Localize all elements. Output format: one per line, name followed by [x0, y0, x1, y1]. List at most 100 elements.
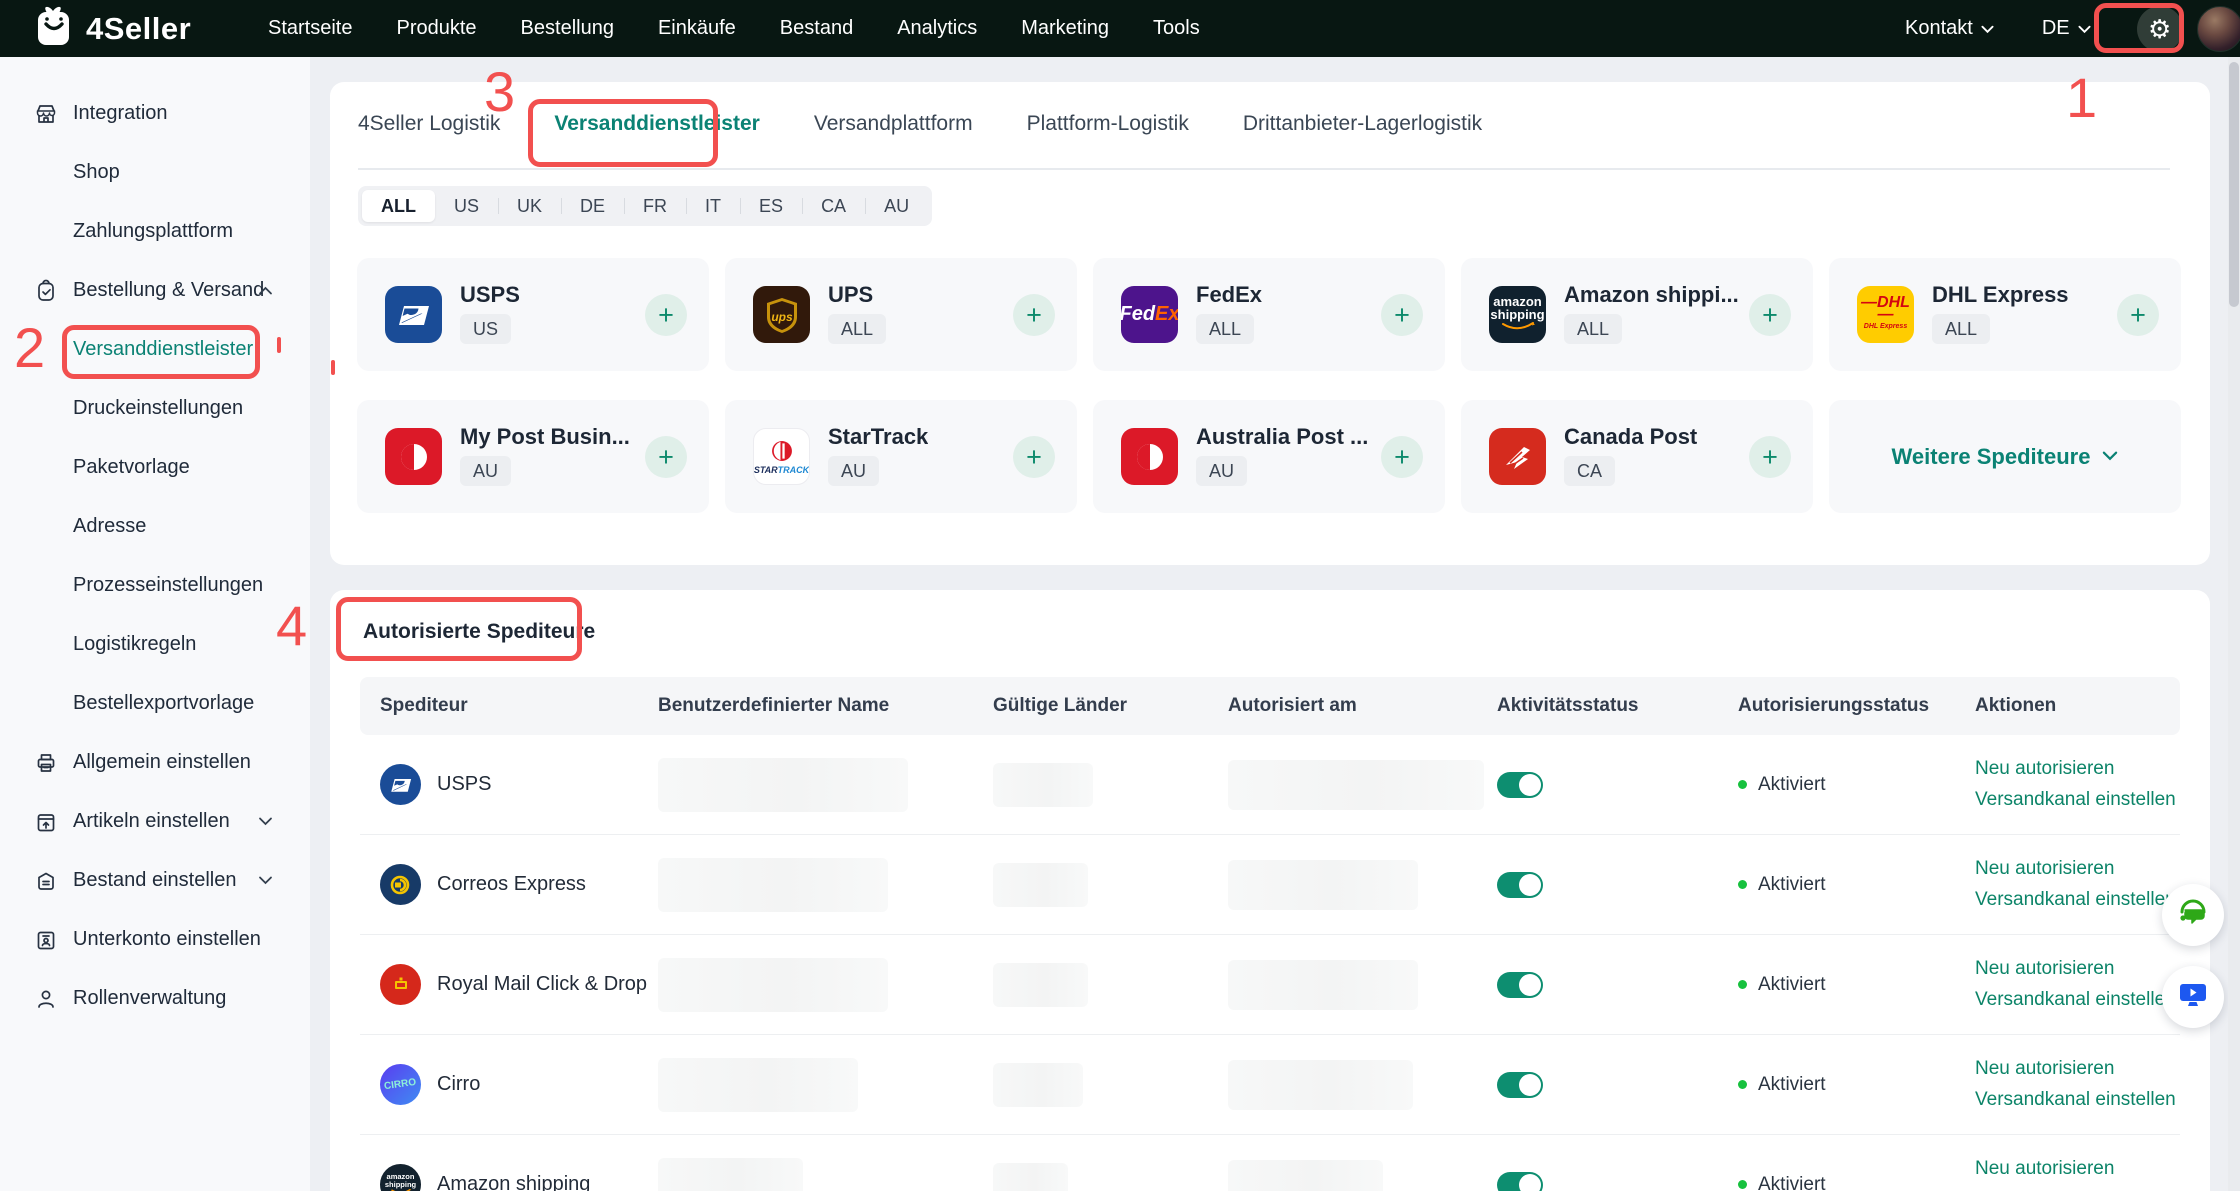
sidebar-item-paketvorlage[interactable]: Paketvorlage: [0, 438, 310, 497]
kontakt-dropdown[interactable]: Kontakt: [1905, 17, 1994, 40]
add-canada-post-button[interactable]: +: [1749, 436, 1791, 478]
set-shipping-channel-link[interactable]: Versandkanal einstellen: [1975, 1089, 2180, 1111]
sidebar-item-zahlungsplattform[interactable]: Zahlungsplattform: [0, 202, 310, 261]
nav-tools[interactable]: Tools: [1153, 17, 1200, 40]
carrier-card-australia-post: Australia Post ... AU +: [1093, 400, 1445, 513]
sidebar-item-prozesseinstellungen[interactable]: Prozesseinstellungen: [0, 556, 310, 615]
country-tag: ALL: [1932, 314, 1990, 344]
top-navbar: 4Seller Startseite Produkte Bestellung E…: [0, 0, 2240, 57]
set-shipping-channel-link[interactable]: Versandkanal einstellen: [1975, 789, 2180, 811]
filter-de[interactable]: DE: [561, 190, 624, 222]
chevron-down-icon: [2102, 448, 2118, 466]
add-usps-button[interactable]: +: [645, 294, 687, 336]
table-row: Royal Mail Click & Drop Aktiviert Neu au…: [360, 935, 2180, 1035]
nav-einkaeufe[interactable]: Einkäufe: [658, 17, 736, 40]
filter-ca[interactable]: CA: [802, 190, 865, 222]
printer-icon: [34, 751, 58, 775]
scrollbar-thumb[interactable]: [2229, 62, 2239, 307]
activity-toggle[interactable]: [1497, 872, 1543, 898]
add-amazon-shipping-button[interactable]: +: [1749, 294, 1791, 336]
add-fedex-button[interactable]: +: [1381, 294, 1423, 336]
add-startrack-button[interactable]: +: [1013, 436, 1055, 478]
sidebar-item-druckeinstellungen[interactable]: Druckeinstellungen: [0, 379, 310, 438]
brand-name: 4Seller: [86, 11, 191, 47]
tab-drittanbieter-lagerlogistik[interactable]: Drittanbieter-Lagerlogistik: [1243, 112, 1482, 140]
filter-au[interactable]: AU: [865, 190, 928, 222]
filter-it[interactable]: IT: [686, 190, 740, 222]
4seller-logo-icon: [34, 4, 74, 53]
annotation-number-1: 1: [2066, 70, 2097, 126]
nav-analytics[interactable]: Analytics: [897, 17, 977, 40]
australia-post-logo-icon: [385, 428, 442, 485]
table-row: USPS Aktiviert Neu autorisieren Versandk…: [360, 735, 2180, 835]
carrier-card-fedex: FedEx FedEx ALL +: [1093, 258, 1445, 371]
tab-4seller-logistik[interactable]: 4Seller Logistik: [358, 112, 500, 140]
carrier-card-canada-post: Canada Post CA +: [1461, 400, 1813, 513]
settings-sidebar: Integration Shop Zahlungsplattform Beste…: [0, 57, 310, 1191]
add-australia-post-button[interactable]: +: [1381, 436, 1423, 478]
activity-toggle[interactable]: [1497, 972, 1543, 998]
inventory-icon: [34, 869, 58, 893]
activity-toggle[interactable]: [1497, 772, 1543, 798]
brand[interactable]: 4Seller: [34, 0, 191, 57]
tab-versandplattform[interactable]: Versandplattform: [814, 112, 973, 140]
filter-us[interactable]: US: [435, 190, 498, 222]
filter-uk[interactable]: UK: [498, 190, 561, 222]
carrier-card-amazon-shipping: amazonshipping Amazon shippi... ALL +: [1461, 258, 1813, 371]
sidebar-item-bestand-einstellen[interactable]: Bestand einstellen: [0, 851, 310, 910]
more-carriers-card[interactable]: Weitere Spediteure: [1829, 400, 2181, 513]
sidebar-item-unterkonto-einstellen[interactable]: Unterkonto einstellen: [0, 910, 310, 969]
table-row: amazonshipping Amazon shipping Aktiviert…: [360, 1135, 2180, 1191]
reauthorize-link[interactable]: Neu autorisieren: [1975, 858, 2180, 880]
status-label: Aktiviert: [1758, 974, 1826, 996]
redacted-countries: [993, 763, 1093, 807]
sidebar-item-bestellexportvorlage[interactable]: Bestellexportvorlage: [0, 674, 310, 733]
reauthorize-link[interactable]: Neu autorisieren: [1975, 958, 2180, 980]
status-label: Aktiviert: [1758, 874, 1826, 896]
set-shipping-channel-link[interactable]: Versandkanal einstellen: [1975, 889, 2180, 911]
status-dot-icon: [1738, 1080, 1747, 1089]
nav-startseite[interactable]: Startseite: [268, 17, 352, 40]
sidebar-item-shop[interactable]: Shop: [0, 143, 310, 202]
add-dhl-button[interactable]: +: [2117, 294, 2159, 336]
live-chat-button[interactable]: [2162, 884, 2224, 946]
sidebar-item-allgemein-einstellen[interactable]: Allgemein einstellen: [0, 733, 310, 792]
tab-plattform-logistik[interactable]: Plattform-Logistik: [1027, 112, 1189, 140]
correos-express-logo-icon: [380, 864, 421, 905]
activity-toggle[interactable]: [1497, 1172, 1543, 1191]
order-shipping-icon: [34, 279, 58, 303]
language-dropdown[interactable]: DE: [2042, 17, 2091, 40]
sidebar-item-rollenverwaltung[interactable]: Rollenverwaltung: [0, 969, 310, 1028]
redacted-countries: [993, 863, 1088, 907]
australia-post-logo-icon: [1121, 428, 1178, 485]
reauthorize-link[interactable]: Neu autorisieren: [1975, 1158, 2180, 1180]
person-icon: [34, 987, 58, 1011]
nav-bestellung[interactable]: Bestellung: [521, 17, 614, 40]
table-row: CIRRO Cirro Aktiviert Neu autorisieren V…: [360, 1035, 2180, 1135]
sidebar-item-integration[interactable]: Integration: [0, 84, 310, 143]
id-card-icon: [34, 928, 58, 952]
video-tutorial-button[interactable]: [2162, 966, 2224, 1028]
nav-marketing[interactable]: Marketing: [1021, 17, 1109, 40]
filter-es[interactable]: ES: [740, 190, 802, 222]
add-ups-button[interactable]: +: [1013, 294, 1055, 336]
sidebar-item-logistikregeln[interactable]: Logistikregeln: [0, 615, 310, 674]
nav-produkte[interactable]: Produkte: [396, 17, 476, 40]
status-dot-icon: [1738, 780, 1747, 789]
main-nav: Startseite Produkte Bestellung Einkäufe …: [268, 0, 1200, 57]
add-mypost-business-button[interactable]: +: [645, 436, 687, 478]
sidebar-item-bestellung-versand[interactable]: Bestellung & Versand: [0, 261, 310, 320]
sidebar-item-adresse[interactable]: Adresse: [0, 497, 310, 556]
reauthorize-link[interactable]: Neu autorisieren: [1975, 758, 2180, 780]
user-avatar[interactable]: [2197, 6, 2240, 52]
set-shipping-channel-link[interactable]: Versandkanal einstellen: [1975, 989, 2180, 1011]
filter-all[interactable]: ALL: [362, 190, 435, 222]
activity-toggle[interactable]: [1497, 1072, 1543, 1098]
dhl-logo-icon: —DHL—DHL Express: [1857, 286, 1914, 343]
country-tag: US: [460, 314, 511, 344]
reauthorize-link[interactable]: Neu autorisieren: [1975, 1058, 2180, 1080]
tab-divider: [358, 168, 2170, 170]
nav-bestand[interactable]: Bestand: [780, 17, 853, 40]
sidebar-item-artikeln-einstellen[interactable]: Artikeln einstellen: [0, 792, 310, 851]
filter-fr[interactable]: FR: [624, 190, 686, 222]
